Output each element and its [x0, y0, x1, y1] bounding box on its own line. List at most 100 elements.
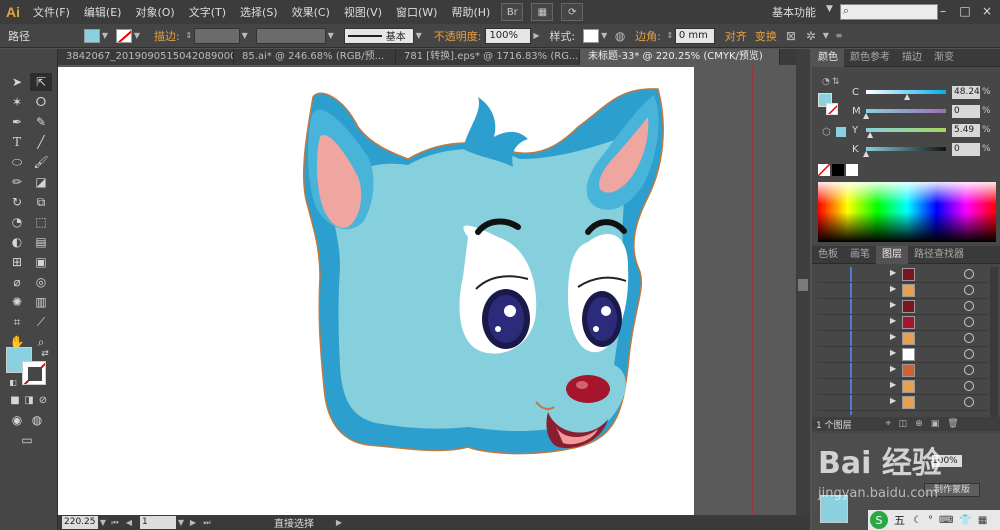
paintbrush-tool-icon[interactable]: 🖌 — [30, 153, 52, 171]
chevron-down-icon[interactable]: ▼ — [599, 31, 609, 40]
menu-edit[interactable]: 编辑(E) — [77, 4, 129, 20]
minimize-icon[interactable]: – — [934, 2, 952, 20]
chevron-down-icon[interactable]: ▼ — [176, 518, 186, 527]
menu-object[interactable]: 对象(O) — [128, 4, 181, 20]
tab-document-2[interactable]: 85.ai* @ 246.68% (RGB/预... — [234, 49, 396, 65]
rotate-tool-icon[interactable]: ↻ — [6, 193, 28, 211]
lasso-tool-icon[interactable]: ⵔ — [30, 93, 52, 111]
opacity-label[interactable]: 不透明度: — [430, 28, 486, 44]
expand-arrow-icon[interactable]: ▶ — [890, 284, 896, 293]
tab-brushes[interactable]: 画笔 — [844, 246, 876, 264]
expand-arrow-icon[interactable]: ▶ — [890, 268, 896, 277]
menu-view[interactable]: 视图(V) — [337, 4, 389, 20]
perspective-grid-tool-icon[interactable]: ▤ — [30, 233, 52, 251]
slider-thumb-icon[interactable]: ▲ — [904, 92, 910, 101]
panel-stroke-swatch[interactable] — [826, 103, 838, 115]
next-page-icon[interactable]: ▶ — [186, 518, 200, 527]
slider-track[interactable]: ▲ — [866, 90, 946, 101]
transform-link[interactable]: 变换 — [751, 28, 781, 44]
slider-thumb-icon[interactable]: ▲ — [863, 111, 869, 120]
web-color-swatch[interactable] — [836, 127, 846, 137]
chevron-right-icon[interactable]: ▶ — [334, 518, 344, 527]
menu-effect[interactable]: 效果(C) — [285, 4, 337, 20]
ellipse-tool-icon[interactable]: ⬭ — [6, 153, 28, 171]
chevron-down-icon[interactable]: ▼ — [98, 518, 108, 527]
pencil-tool-icon[interactable]: ✏ — [6, 173, 28, 191]
prev-page-icon[interactable]: ◀ — [122, 518, 136, 527]
stroke-swatch[interactable] — [116, 28, 132, 43]
eraser-tool-icon[interactable]: ◪ — [30, 173, 52, 191]
canvas[interactable] — [58, 65, 796, 515]
layer-row[interactable]: ▶ — [818, 283, 988, 299]
tab-layers[interactable]: 图层 — [876, 245, 908, 264]
tab-color[interactable]: 颜色 — [812, 48, 844, 67]
cyan-value-field[interactable]: 48.24 — [952, 85, 980, 99]
layer-row[interactable]: ▶ — [818, 395, 988, 411]
default-colors-icon[interactable]: ◧ — [2, 373, 24, 391]
page-field[interactable]: 1 — [140, 516, 176, 529]
free-transform-tool-icon[interactable]: ⬚ — [30, 213, 52, 231]
slice-tool-icon[interactable]: ⟋ — [30, 313, 52, 331]
vertical-scrollbar[interactable] — [796, 49, 810, 515]
chevron-down-icon[interactable]: ▼ — [132, 31, 142, 40]
layers-scrollbar[interactable] — [990, 267, 998, 417]
blend-tool-icon[interactable]: ◎ — [30, 273, 52, 291]
layer-row[interactable]: ▶ — [818, 379, 988, 395]
zoom-field[interactable]: 220.25 — [62, 516, 98, 529]
curvature-tool-icon[interactable]: ✎ — [30, 113, 52, 131]
chevron-down-icon[interactable]: ▼ — [821, 31, 831, 40]
slider-track[interactable]: ▲ — [866, 128, 946, 139]
opacity-field[interactable]: 100% — [485, 27, 532, 44]
tab-document-1[interactable]: 3842067_20190905150420890000.ai* × — [58, 49, 234, 65]
deer-illustration[interactable] — [58, 67, 694, 515]
slider-yellow[interactable]: Y ▲ 5.49 % — [852, 123, 991, 139]
layer-row[interactable]: ▶ — [818, 299, 988, 315]
chevron-right-icon[interactable]: ▶ — [531, 31, 541, 40]
tab-stroke[interactable]: 描边 — [896, 49, 928, 67]
isolate-icon[interactable]: ⊠ — [781, 29, 801, 43]
slider-magenta[interactable]: M ▲ 0 % — [852, 104, 991, 120]
expand-arrow-icon[interactable]: ▶ — [890, 364, 896, 373]
chevron-down-icon[interactable]: ▼ — [826, 4, 833, 14]
tab-swatches[interactable]: 色板 — [812, 246, 844, 264]
delete-layer-icon[interactable]: 🗑 — [947, 419, 958, 429]
tray-shirt-icon[interactable]: 👕 — [959, 515, 971, 526]
maximize-icon[interactable]: □ — [956, 2, 974, 20]
white-swatch[interactable] — [846, 164, 858, 176]
artboard[interactable] — [58, 67, 694, 515]
panel-menu-icon[interactable]: ≡ — [831, 31, 847, 40]
yellow-value-field[interactable]: 5.49 — [952, 123, 980, 137]
expand-arrow-icon[interactable]: ▶ — [890, 316, 896, 325]
search-input[interactable] — [840, 4, 938, 20]
layer-row[interactable]: ▶ — [818, 347, 988, 363]
mesh-tool-icon[interactable]: ⊞ — [6, 253, 28, 271]
expand-arrow-icon[interactable]: ▶ — [890, 348, 896, 357]
stroke-color-box[interactable] — [22, 361, 46, 385]
corner-stepper[interactable]: ⇕ — [665, 31, 675, 40]
keyboard-icon[interactable]: ⌨ — [939, 515, 953, 526]
menu-type[interactable]: 文字(T) — [182, 4, 233, 20]
first-page-icon[interactable]: ⏮ — [108, 518, 122, 528]
close-icon[interactable]: × — [978, 2, 996, 20]
moon-icon[interactable]: ☾ — [913, 515, 922, 526]
dot-icon[interactable]: ° — [928, 515, 933, 526]
slider-track[interactable]: ▲ — [863, 109, 946, 120]
artboard-tool-icon[interactable]: ⌗ — [6, 313, 28, 331]
menu-window[interactable]: 窗口(W) — [389, 4, 444, 20]
eyedropper-tool-icon[interactable]: ⌀ — [6, 273, 28, 291]
target-icon[interactable] — [964, 269, 974, 279]
magic-wand-tool-icon[interactable]: ✶ — [6, 93, 28, 111]
expand-arrow-icon[interactable]: ▶ — [890, 380, 896, 389]
warp-tool-icon[interactable]: ◔ — [6, 213, 28, 231]
new-sublayer-icon[interactable]: ⊕ — [915, 419, 923, 429]
target-icon[interactable] — [964, 317, 974, 327]
layer-row[interactable]: ▶ — [818, 315, 988, 331]
variable-width-field[interactable] — [255, 27, 326, 44]
gpu-icon[interactable]: ⟳ — [561, 3, 584, 21]
chevron-down-icon[interactable]: ▼ — [240, 31, 250, 40]
slider-thumb-icon[interactable]: ▲ — [867, 130, 873, 139]
tab-gradient[interactable]: 渐变 — [928, 49, 960, 67]
sogou-input-icon[interactable]: S — [870, 511, 888, 529]
menu-help[interactable]: 帮助(H) — [444, 4, 497, 20]
screen-mode-icon[interactable]: ▭ — [16, 431, 38, 449]
